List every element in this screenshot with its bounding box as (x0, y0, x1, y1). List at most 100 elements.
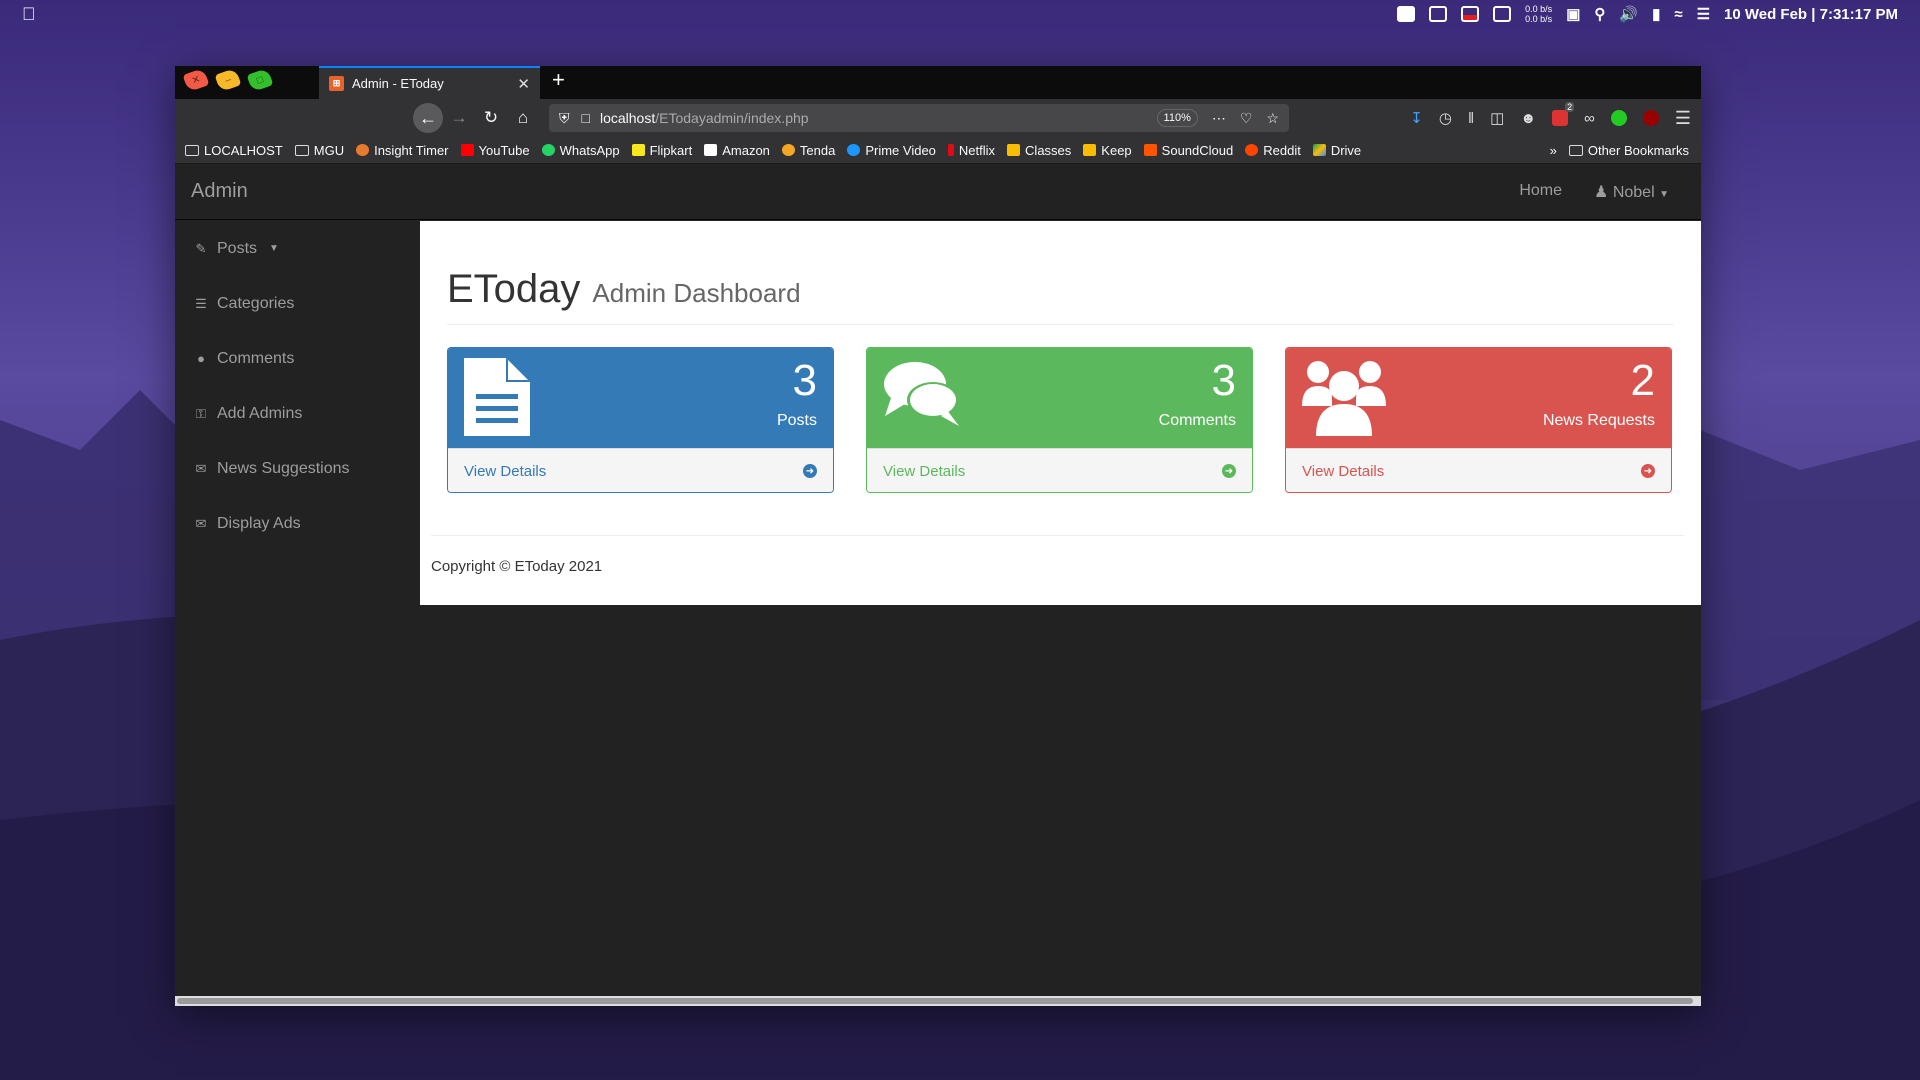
card-heading: 2 News Requests (1286, 348, 1671, 448)
xampp-favicon-icon: ⊞ (329, 76, 344, 91)
bookmark-item[interactable]: Tenda (781, 143, 835, 158)
view-details-link[interactable]: View Details ➜ (1286, 448, 1671, 492)
card-heading: 3 Comments (867, 348, 1252, 448)
reddit-icon (1245, 144, 1259, 156)
admin-navbar: Admin Home ♟ Nobel ▼ (175, 164, 1701, 220)
card-label: Posts (776, 412, 817, 429)
bookmark-item[interactable]: Flipkart (631, 143, 692, 158)
bookmarks-toolbar: LOCALHOST MGU Insight Timer YouTube What… (175, 137, 1701, 164)
minimize-window-button[interactable]: – (214, 67, 242, 92)
home-button[interactable]: ⌂ (507, 108, 539, 128)
sidebar-item-news-suggestions[interactable]: ✉ News Suggestions (175, 441, 420, 496)
browser-tab-active[interactable]: ⊞ Admin - EToday ✕ (319, 66, 540, 99)
forward-button[interactable]: → (443, 108, 475, 128)
bookmark-item[interactable]: Keep (1083, 142, 1132, 158)
bookmark-item[interactable]: YouTube (460, 142, 530, 158)
posts-card: 3 Posts View Details ➜ (447, 347, 834, 493)
bookmark-label: YouTube (478, 142, 530, 158)
reload-button[interactable]: ↻ (475, 108, 507, 128)
ublock-icon[interactable] (1642, 110, 1659, 126)
bookmarks-overflow-icon[interactable]: » (1550, 143, 1557, 158)
bookmark-item[interactable]: Insight Timer (356, 142, 449, 158)
library-icon[interactable]: ‖ (1468, 110, 1474, 127)
other-bookmarks[interactable]: Other Bookmarks (1568, 143, 1689, 158)
account-icon[interactable]: ☻ (1520, 110, 1536, 127)
news-requests-card: 2 News Requests View Details ➜ (1285, 347, 1672, 493)
youtube-icon (460, 144, 474, 156)
cpu-meter-icon[interactable] (1429, 6, 1448, 22)
green-extension-icon[interactable] (1610, 110, 1627, 126)
volume-icon[interactable]: 🔊 (1619, 5, 1638, 23)
bookmark-label: Classes (1025, 142, 1072, 158)
bookmark-item[interactable]: Classes (1007, 143, 1071, 158)
bookmark-label: Insight Timer (374, 142, 449, 158)
sidebar-item-add-admins[interactable]: ⚿ Add Admins (175, 386, 420, 441)
shield-icon[interactable]: ⛨ (559, 110, 570, 127)
menu-hamburger-icon[interactable]: ☰ (1675, 108, 1691, 129)
bookmark-item[interactable]: WhatsApp (541, 143, 620, 158)
view-details-link[interactable]: View Details ➜ (867, 448, 1252, 492)
bookmark-item[interactable]: LOCALHOST (185, 143, 283, 158)
footer-divider (431, 535, 1684, 536)
bookmark-label: Drive (1330, 142, 1362, 158)
apple-icon[interactable]:  (22, 4, 36, 25)
battery-icon[interactable]: ▮ (1652, 5, 1660, 23)
new-tab-button[interactable]: + (540, 67, 577, 99)
wifi-icon[interactable]: ≈ (1674, 6, 1682, 23)
sidebar-item-categories[interactable]: ☰ Categories (175, 276, 420, 331)
whatsapp-icon (541, 144, 555, 156)
bookmark-item[interactable]: Prime Video (847, 143, 936, 158)
message-icon[interactable]: ▣ (1566, 5, 1580, 23)
page-header: EToday Admin Dashboard (447, 267, 1674, 325)
view-details-text: View Details (464, 462, 547, 480)
browser-window: ✕ – □ ⊞ Admin - EToday ✕ + ← → ↻ ⌂ ⛨ □ l… (175, 66, 1701, 1006)
bookmark-item[interactable]: Netflix (947, 143, 995, 158)
prime-video-icon (847, 144, 861, 156)
view-details-link[interactable]: View Details ➜ (448, 448, 833, 492)
bookmark-item[interactable]: Reddit (1245, 143, 1301, 158)
extension-badge-icon[interactable]: 2 (1552, 102, 1575, 126)
pocket-icon[interactable]: ♡ (1240, 110, 1253, 127)
sidebar-item-comments[interactable]: ● Comments (175, 331, 420, 386)
drive-icon (1312, 144, 1326, 156)
memory-meter-icon[interactable] (1461, 6, 1480, 22)
navbar-brand[interactable]: Admin (191, 180, 248, 203)
sidebar-icon[interactable]: ◫ (1490, 109, 1504, 127)
close-window-button[interactable]: ✕ (182, 67, 210, 92)
user-dropdown[interactable]: ♟ Nobel ▼ (1594, 182, 1685, 202)
bookmark-label: SoundCloud (1161, 142, 1234, 158)
page-info-icon[interactable]: □ (582, 110, 590, 126)
sidebar-item-label: Categories (217, 294, 295, 312)
disk-meter-icon[interactable] (1493, 6, 1512, 22)
zoom-window-button[interactable]: □ (246, 67, 274, 92)
menubar-datetime[interactable]: 10 Wed Feb | 7:31:17 PM (1724, 6, 1898, 23)
downloads-icon[interactable]: ↧ (1410, 109, 1423, 127)
bookmark-label: Amazon (722, 142, 770, 158)
horizontal-scrollbar[interactable] (175, 996, 1701, 1006)
url-path: /ETodayadmin/index.php (655, 110, 809, 126)
bookmark-item[interactable]: MGU (294, 143, 344, 158)
glasses-extension-icon[interactable]: ∞ (1584, 110, 1595, 127)
back-button[interactable]: ← (413, 103, 443, 133)
bookmark-label: Keep (1101, 142, 1132, 158)
history-icon[interactable]: ◷ (1439, 109, 1452, 127)
zoom-indicator[interactable]: 110% (1156, 109, 1198, 127)
nav-home-link[interactable]: Home (1519, 182, 1562, 202)
location-icon[interactable]: ⚲ (1594, 5, 1605, 23)
page-actions-icon[interactable]: ⋯ (1212, 110, 1226, 127)
bookmark-item[interactable]: Drive (1312, 142, 1362, 158)
sidebar-item-display-ads[interactable]: ✉ Display Ads (175, 496, 420, 551)
bookmark-item[interactable]: SoundCloud (1143, 142, 1234, 158)
list-icon: ☰ (195, 295, 207, 311)
sidebar-item-label: Comments (217, 349, 295, 367)
address-bar[interactable]: ⛨ □ localhost/ETodayadmin/index.php 110%… (549, 104, 1289, 132)
caret-down-icon: ▼ (269, 243, 279, 254)
sidebar-item-posts[interactable]: ✎ Posts ▼ (175, 221, 420, 276)
bookmark-item[interactable]: Amazon (704, 143, 770, 158)
tab-close-icon[interactable]: ✕ (517, 75, 530, 93)
control-center-icon[interactable]: ☰ (1697, 5, 1710, 23)
calendar-icon[interactable] (1397, 6, 1416, 22)
bookmark-star-icon[interactable]: ☆ (1266, 110, 1279, 127)
envelope-icon: ✉ (195, 515, 207, 531)
scrollbar-thumb[interactable] (177, 998, 1693, 1004)
